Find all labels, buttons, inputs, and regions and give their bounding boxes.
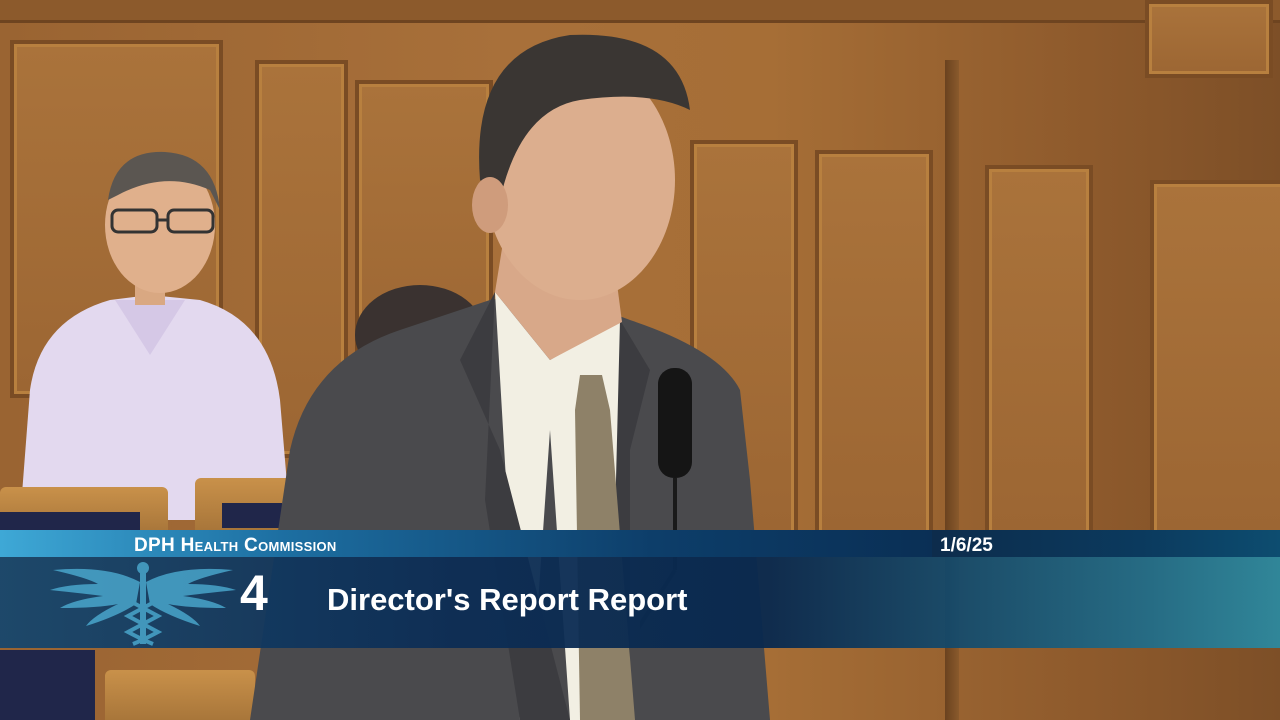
lower-third-banner: DPH Health Commission 1/6/25 4 Director'…: [0, 530, 1280, 648]
agenda-item-title: Director's Report Report: [327, 582, 688, 617]
wall-cornice: [0, 0, 1280, 23]
organization-name: DPH Health Commission: [134, 535, 337, 556]
chair-seat: [0, 512, 140, 530]
caduceus-wings-icon: [50, 562, 236, 646]
wood-panel: [1150, 180, 1280, 538]
agenda-item-number: 4: [240, 565, 268, 621]
chair-seat: [0, 650, 95, 720]
wood-panel: [1145, 0, 1273, 78]
wood-panel: [985, 165, 1093, 538]
meeting-date: 1/6/25: [940, 535, 993, 556]
audience-chair: [105, 670, 255, 720]
organization-bar: DPH Health Commission: [0, 530, 932, 557]
